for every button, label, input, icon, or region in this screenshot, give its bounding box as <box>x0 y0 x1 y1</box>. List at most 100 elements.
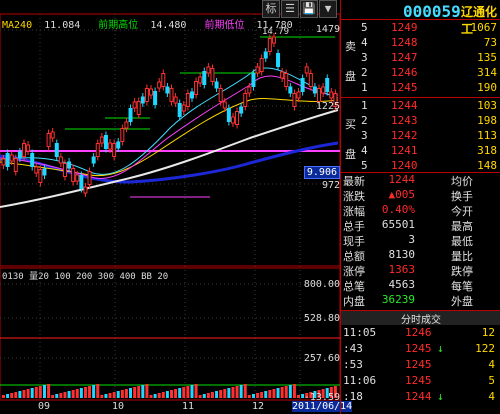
book-volume: 103 <box>477 99 497 112</box>
candle-body <box>79 175 84 189</box>
volume-scale-mid1: 528.80 <box>303 313 340 324</box>
quote-label-2: 今开 <box>451 205 473 218</box>
quote-value: 36239 <box>381 293 415 306</box>
volume-bar <box>149 395 153 398</box>
volume-bar <box>202 394 206 398</box>
book-row[interactable]: 3 1242 113 <box>341 129 500 144</box>
volume-bar <box>292 384 296 398</box>
volume-bar <box>124 389 128 398</box>
volume-bar <box>256 393 260 398</box>
candle-body <box>83 186 88 194</box>
volume-bar <box>22 390 26 398</box>
tick-list[interactable]: 11:05 1246 12:43 1245 ↓ 122:53 1245 4 11:06 1245 5… <box>341 326 500 414</box>
candle-body <box>173 96 178 104</box>
tick-row[interactable]: 11:06 1245 5 <box>341 374 500 389</box>
candle-body <box>194 81 199 95</box>
volume-bar <box>133 387 137 398</box>
candle-body <box>214 81 219 89</box>
volume-legend-item: 200 <box>76 272 93 282</box>
candle-body <box>259 58 264 72</box>
volume-bar <box>235 386 239 398</box>
quote-row: 总笔 4563 每笔 <box>341 278 500 293</box>
candle-body <box>280 71 285 79</box>
price-scale-mid: 1225 <box>315 101 340 112</box>
book-volume: 314 <box>477 66 497 79</box>
kline-chart[interactable]: 14.79 标 ☰ 💾 ▼ MA240 11.084 前期高位 14.480 前… <box>0 0 353 414</box>
x-axis: 09 10 11 12 2011/06/14 <box>0 400 353 414</box>
volume-legend: 0130 量20 100 200 300 400 BB 20 <box>2 269 168 282</box>
toolbar-dropdown-button[interactable]: ▼ <box>319 0 337 18</box>
volume-bar <box>243 384 247 398</box>
quote-value: 4563 <box>388 278 416 291</box>
book-row[interactable]: 4 1241 318 <box>341 144 500 159</box>
candle-body <box>1 158 6 166</box>
candle-body <box>202 71 207 85</box>
volume-bar <box>157 393 161 398</box>
volume-legend-item: 0130 <box>2 272 24 282</box>
volume-bar <box>100 395 104 398</box>
candle-body <box>251 73 256 87</box>
book-row[interactable]: 5 1249 1067 <box>341 21 500 36</box>
book-row[interactable]: 2 1243 198 <box>341 114 500 129</box>
tick-volume: 4 <box>488 390 495 403</box>
quote-value: 0.40% <box>381 203 415 216</box>
volume-bar <box>83 387 87 398</box>
quote-row: 涨停 1363 跌停 <box>341 263 500 278</box>
tick-volume: 4 <box>488 358 495 371</box>
book-volume: 113 <box>477 129 497 142</box>
quote-label-2: 换手 <box>451 190 473 203</box>
book-row[interactable]: 2 1246 314 <box>341 66 500 81</box>
volume-bar <box>239 385 243 398</box>
book-level: 3 <box>361 51 368 64</box>
book-level: 2 <box>361 114 368 127</box>
candle-body <box>218 88 223 102</box>
book-row[interactable]: 3 1247 135 <box>341 51 500 66</box>
volume-bar <box>178 388 182 398</box>
book-volume: 73 <box>483 36 497 49</box>
quote-label: 现手 <box>343 235 365 248</box>
volume-bar <box>116 391 120 398</box>
candle-body <box>9 154 14 162</box>
ma-legend-item: MA240 11.084 <box>2 20 81 31</box>
candle-body <box>296 91 301 99</box>
volume-bar <box>137 386 141 398</box>
volume-legend-item: 20 <box>157 272 169 282</box>
kline-svg[interactable]: 14.79 <box>0 0 340 414</box>
book-row[interactable]: 1 1245 190 <box>341 81 500 96</box>
book-price: 1247 <box>391 51 418 64</box>
volume-bar <box>174 389 178 398</box>
candle-body <box>276 53 281 67</box>
volume-bar <box>206 393 210 398</box>
candle-body <box>71 168 76 182</box>
candlesticks <box>1 33 338 197</box>
volume-bar <box>161 392 165 398</box>
book-volume: 198 <box>477 114 497 127</box>
book-row[interactable]: 1 1244 103 <box>341 99 500 114</box>
volume-bar <box>227 388 231 398</box>
book-row[interactable]: 4 1248 73 <box>341 36 500 51</box>
candle-body <box>185 93 190 107</box>
volume-bar <box>198 395 202 398</box>
volume-bar <box>34 387 38 398</box>
book-level: 5 <box>361 159 368 172</box>
quote-label-2: 每笔 <box>451 280 473 293</box>
tick-row[interactable]: :18 1244 ↓ 4 <box>341 390 500 405</box>
book-level: 2 <box>361 66 368 79</box>
book-price: 1246 <box>391 66 418 79</box>
tick-row[interactable]: :53 1245 4 <box>341 358 500 373</box>
quote-row: 最新 1244 均价 <box>341 173 500 188</box>
volume-bar <box>129 388 133 398</box>
candle-body <box>144 88 149 102</box>
candle-body <box>161 73 166 87</box>
volume-bar <box>182 387 186 398</box>
volume-bar <box>55 394 59 398</box>
candle-body <box>210 68 215 82</box>
volume-bar <box>63 392 67 398</box>
book-price: 1243 <box>391 114 418 127</box>
tick-row[interactable]: 11:05 1246 12 <box>341 326 500 341</box>
book-price: 1245 <box>391 81 418 94</box>
volume-legend-item: 量20 <box>29 272 49 282</box>
tick-row[interactable]: :43 1245 ↓ 122 <box>341 342 500 357</box>
volume-bar <box>30 388 34 398</box>
candle-body <box>325 78 330 92</box>
